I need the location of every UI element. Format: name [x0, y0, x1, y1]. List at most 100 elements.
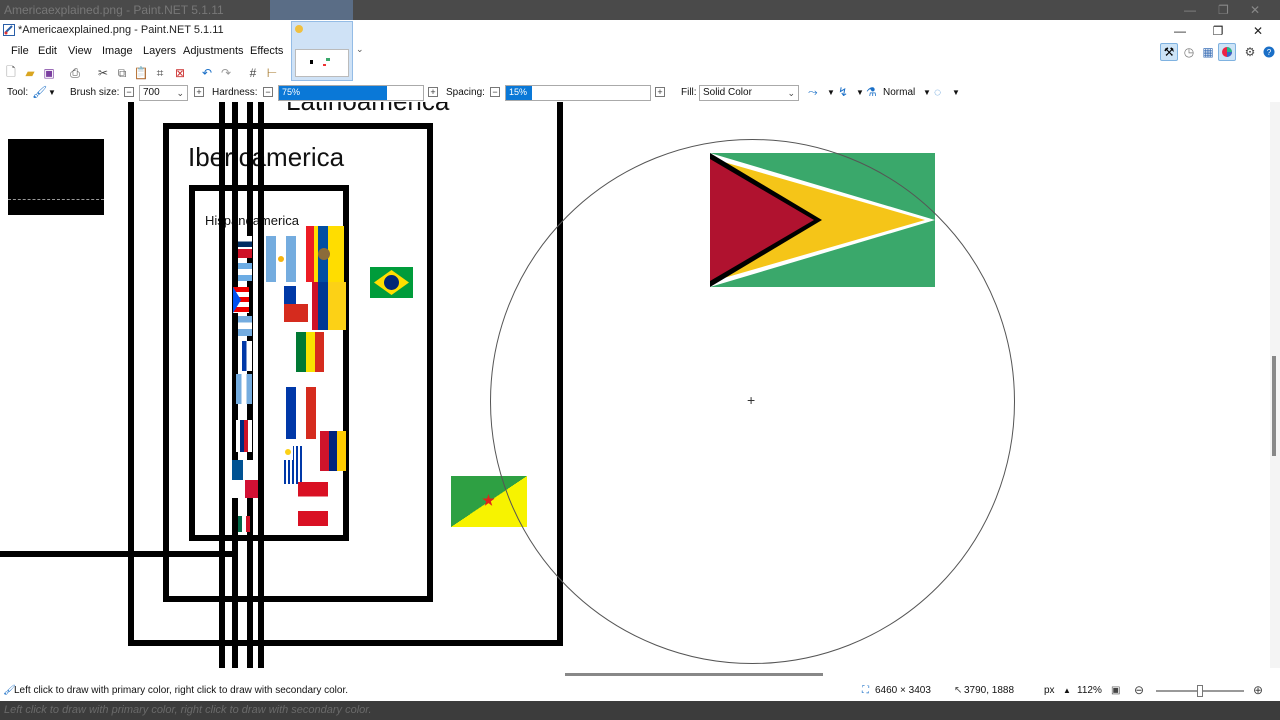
open-icon[interactable]: ▰ — [22, 65, 38, 81]
zoom-level[interactable]: 112% — [1077, 685, 1102, 696]
alpha-blending-icon[interactable]: ↯ — [838, 85, 848, 99]
spacing-increase-button[interactable]: + — [655, 87, 665, 97]
print-icon[interactable]: ⎙ — [67, 65, 83, 81]
background-strip: Left click to draw with primary color, r… — [0, 701, 1280, 720]
zoom-out-icon[interactable]: ⊖ — [1134, 683, 1144, 697]
ghost-tab — [270, 0, 353, 20]
save-icon[interactable]: ▣ — [41, 65, 57, 81]
ruler-icon[interactable]: ⊢ — [264, 65, 280, 81]
brush-size-label: Brush size: — [70, 87, 120, 98]
sampling-icon[interactable]: ◌ — [934, 85, 941, 99]
horizontal-scroll-thumb[interactable] — [565, 673, 823, 676]
zoom-slider-thumb[interactable] — [1197, 685, 1203, 697]
minimize-button[interactable]: — — [1165, 22, 1195, 40]
zoom-in-icon[interactable]: ⊕ — [1253, 683, 1263, 697]
zoom-fit-icon[interactable]: ▣ — [1111, 685, 1120, 696]
cut-icon[interactable]: ✂ — [95, 65, 111, 81]
image-thumbnail — [295, 49, 349, 77]
antialiasing-dropdown-icon[interactable]: ▼ — [827, 88, 835, 97]
fill-label: Fill: — [681, 87, 697, 98]
paintbrush-icon[interactable]: 🖌 — [32, 85, 47, 99]
paste-icon[interactable]: 📋 — [133, 65, 149, 81]
antialiasing-icon[interactable]: ⤳ — [808, 85, 818, 100]
tool-dropdown-icon[interactable]: ▼ — [48, 88, 56, 97]
horizontal-scrollbar[interactable] — [0, 668, 1280, 680]
menu-view[interactable]: View — [68, 45, 92, 57]
maximize-button[interactable]: ❐ — [1203, 22, 1233, 40]
undo-icon[interactable]: ↶ — [199, 65, 215, 81]
copy-icon[interactable]: ⧉ — [114, 65, 130, 81]
tools-icon[interactable]: ⚒ — [1160, 43, 1178, 61]
background-strip: Americaexplained.png - Paint.NET 5.1.11 … — [0, 0, 1280, 20]
colors-icon[interactable] — [1218, 43, 1236, 61]
hardness-increase-button[interactable]: + — [428, 87, 438, 97]
layers-icon[interactable]: ▦ — [1199, 43, 1217, 61]
brush-size-value: 700 — [143, 87, 160, 98]
flag-honduras — [238, 263, 252, 281]
brush-size-dropdown-icon: ⌄ — [176, 88, 184, 98]
menu-bar: File Edit View Image Layers Adjustments … — [0, 42, 1280, 62]
blend-mode-icon: ⚗ — [866, 85, 877, 99]
grid-icon[interactable]: # — [245, 65, 261, 81]
flag-mexico — [238, 516, 250, 532]
brush-size-increase-button[interactable]: + — [194, 87, 204, 97]
spacing-slider[interactable]: 15% — [505, 85, 651, 101]
menu-effects[interactable]: Effects — [250, 45, 283, 57]
flag-paraguay — [286, 387, 316, 439]
ghost-title: Americaexplained.png - Paint.NET 5.1.11 — [4, 3, 224, 17]
deselect-icon[interactable]: ⊠ — [172, 65, 188, 81]
title-bar: *Americaexplained.png - Paint.NET 5.1.11… — [0, 20, 1280, 42]
divider-line — [0, 551, 238, 557]
window-title: *Americaexplained.png - Paint.NET 5.1.11 — [18, 24, 224, 36]
vertical-scroll-thumb[interactable] — [1272, 356, 1276, 456]
new-icon[interactable]: 🗋 — [3, 65, 19, 81]
fill-dropdown-icon: ⌄ — [787, 88, 795, 98]
menu-file[interactable]: File — [11, 45, 29, 57]
latinoamerica-label: Latinoamerica — [286, 102, 449, 117]
hardness-label: Hardness: — [212, 87, 258, 98]
toolbar: 🗋 ▰ ▣ ⎙ ✂ ⧉ 📋 ⌗ ⊠ ↶ ↷ # ⊢ — [0, 62, 1280, 84]
alpha-blending-dropdown-icon[interactable]: ▼ — [856, 88, 864, 97]
menu-image[interactable]: Image — [102, 45, 133, 57]
blend-mode-dropdown-icon[interactable]: ▼ — [923, 88, 931, 97]
hardness-slider[interactable]: 75% — [278, 85, 424, 101]
gear-icon[interactable]: ⚙ — [1241, 43, 1259, 61]
paintnet-window: Americaexplained.png - Paint.NET 5.1.11 … — [0, 0, 1280, 720]
image-tab[interactable] — [291, 21, 353, 81]
brush-size-input[interactable]: 700 ⌄ — [139, 85, 188, 101]
selection-edge — [8, 199, 104, 214]
tab-dropdown-icon[interactable]: ⌄ — [356, 44, 364, 55]
help-icon[interactable]: ? — [1260, 43, 1278, 61]
hardness-decrease-button[interactable]: − — [263, 87, 273, 97]
menu-edit[interactable]: Edit — [38, 45, 57, 57]
blend-mode-value[interactable]: Normal — [883, 87, 915, 98]
close-button[interactable]: ✕ — [1243, 22, 1273, 40]
redo-icon[interactable]: ↷ — [218, 65, 234, 81]
brush-size-decrease-button[interactable]: − — [124, 87, 134, 97]
flag-el-salvador — [238, 341, 252, 371]
flag-uruguay — [282, 446, 304, 484]
flag-panama — [232, 460, 254, 480]
menu-adjustments[interactable]: Adjustments — [183, 45, 244, 57]
tool-label: Tool: — [7, 87, 29, 98]
svg-text:?: ? — [1267, 48, 1272, 57]
tool-options-bar: Tool: 🖌 ▼ Brush size: − 700 ⌄ + Hardness… — [0, 84, 1280, 102]
crop-icon[interactable]: ⌗ — [152, 65, 168, 81]
divider-line — [258, 102, 264, 668]
flag-venezuela — [320, 431, 346, 471]
spacing-decrease-button[interactable]: − — [490, 87, 500, 97]
flag-dominican-republic — [238, 236, 252, 258]
sampling-dropdown-icon[interactable]: ▼ — [952, 88, 960, 97]
ghost-maximize-icon: ❐ — [1218, 3, 1229, 17]
flag-puerto-rico — [233, 287, 249, 313]
menu-layers[interactable]: Layers — [143, 45, 176, 57]
units-dropdown-icon[interactable]: ▲ — [1063, 686, 1071, 695]
history-icon[interactable]: ◷ — [1180, 43, 1198, 61]
vertical-scrollbar[interactable] — [1270, 102, 1280, 668]
fill-select[interactable]: Solid Color ⌄ — [699, 85, 799, 101]
ghost-status: Left click to draw with primary color, r… — [4, 704, 372, 716]
flag-panama-lower — [232, 480, 258, 498]
unsaved-icon — [295, 25, 303, 33]
canvas[interactable]: Latinoamerica Ibericamerica Hispanoameri… — [0, 102, 1270, 668]
units-select[interactable]: px — [1044, 685, 1055, 696]
